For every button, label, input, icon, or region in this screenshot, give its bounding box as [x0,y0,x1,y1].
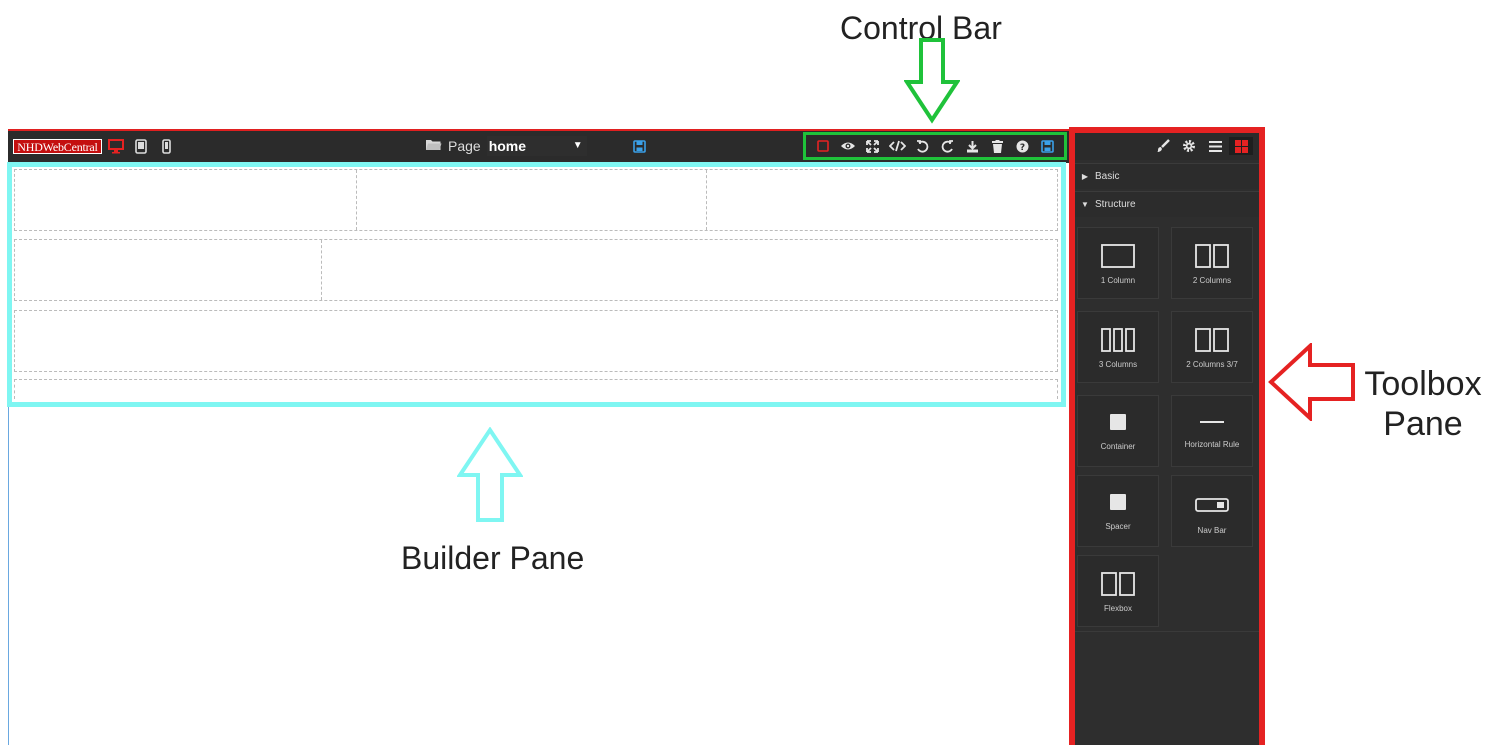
help-icon[interactable]: ? [1013,137,1033,155]
preview-eye-icon[interactable] [838,137,858,155]
block-container[interactable]: Container [1077,395,1159,467]
hr-icon [1200,421,1224,423]
block-label: 2 Columns 3/7 [1186,360,1238,369]
builder-pane[interactable] [7,162,1066,407]
block-label: Nav Bar [1197,526,1227,535]
tablet-icon[interactable] [131,137,151,155]
two-columns-37-icon [1195,328,1229,352]
navbar-icon [1195,498,1229,512]
block-flexbox[interactable]: Flexbox [1077,555,1159,627]
chevron-down-icon: ▼ [572,140,583,151]
row-empty[interactable] [14,379,1058,399]
container-icon [1110,414,1126,430]
save-icon[interactable] [1038,137,1058,155]
category-structure[interactable]: ▼ Structure [1075,191,1259,217]
save-page-icon[interactable] [629,137,649,155]
border-toggle-icon[interactable] [813,137,833,155]
row-cell[interactable] [706,170,707,230]
row-cell[interactable] [321,240,322,300]
category-label: Basic [1095,171,1120,182]
caret-right-icon: ▶ [1081,172,1089,181]
block-label: Flexbox [1103,604,1132,613]
toolbox-pane-annotation: Toolbox Pane [1358,364,1488,444]
logo: NHDWebCentral [13,139,102,154]
row-one-column[interactable] [14,310,1058,372]
block-1-column[interactable]: 1 Column [1077,227,1159,299]
arrow-up-cyan-icon [457,427,523,522]
blocks-icon[interactable] [1229,137,1253,155]
canvas-edge [8,407,9,745]
gear-icon[interactable] [1179,137,1199,155]
toolbox-annotation-line2: Pane [1383,405,1463,443]
page-selector: Page home ▼ [425,136,587,156]
two-columns-icon [1195,244,1229,268]
category-basic[interactable]: ▶ Basic [1075,163,1259,189]
trash-icon[interactable] [988,137,1008,155]
block-spacer[interactable]: Spacer [1077,475,1159,547]
block-label: Spacer [1105,522,1131,531]
control-bar: ? [803,132,1067,160]
mobile-icon[interactable] [156,137,176,155]
undo-icon[interactable] [913,137,933,155]
paintbrush-icon[interactable] [1153,137,1173,155]
row-three-columns[interactable] [14,169,1058,231]
caret-down-icon: ▼ [1081,200,1089,209]
layers-menu-icon[interactable] [1205,137,1225,155]
block-2-columns-3-7[interactable]: 2 Columns 3/7 [1171,311,1253,383]
arrow-down-green-icon [904,38,960,124]
page-select-value: home [488,138,527,154]
builder-pane-annotation: Builder Pane [401,540,585,576]
block-nav-bar[interactable]: Nav Bar [1171,475,1253,547]
three-columns-icon [1101,328,1135,352]
folder-icon [425,138,442,154]
block-label: 1 Column [1100,276,1136,285]
block-label: Horizontal Rule [1184,440,1240,449]
block-horizontal-rule[interactable]: Horizontal Rule [1171,395,1253,467]
category-label: Structure [1095,199,1136,210]
row-two-columns[interactable] [14,239,1058,301]
fullscreen-icon[interactable] [863,137,883,155]
spacer-icon [1110,494,1126,510]
block-label: 2 Columns [1192,276,1232,285]
block-label: Container [1100,442,1136,451]
block-label: 3 Columns [1098,360,1138,369]
row-cell[interactable] [356,170,357,230]
arrow-left-red-icon [1268,343,1355,421]
block-grid-divider [1075,631,1259,632]
flexbox-icon [1101,572,1135,596]
page-select[interactable]: home ▼ [486,136,587,156]
page-label: Page [448,138,481,154]
download-icon[interactable] [963,137,983,155]
code-icon[interactable] [888,137,908,155]
one-column-icon [1101,244,1135,268]
desktop-icon[interactable] [106,137,126,155]
toolbox-annotation-line1: Toolbox [1364,365,1482,403]
block-2-columns[interactable]: 2 Columns [1171,227,1253,299]
block-3-columns[interactable]: 3 Columns [1077,311,1159,383]
redo-icon[interactable] [938,137,958,155]
svg-text:?: ? [1020,143,1025,153]
